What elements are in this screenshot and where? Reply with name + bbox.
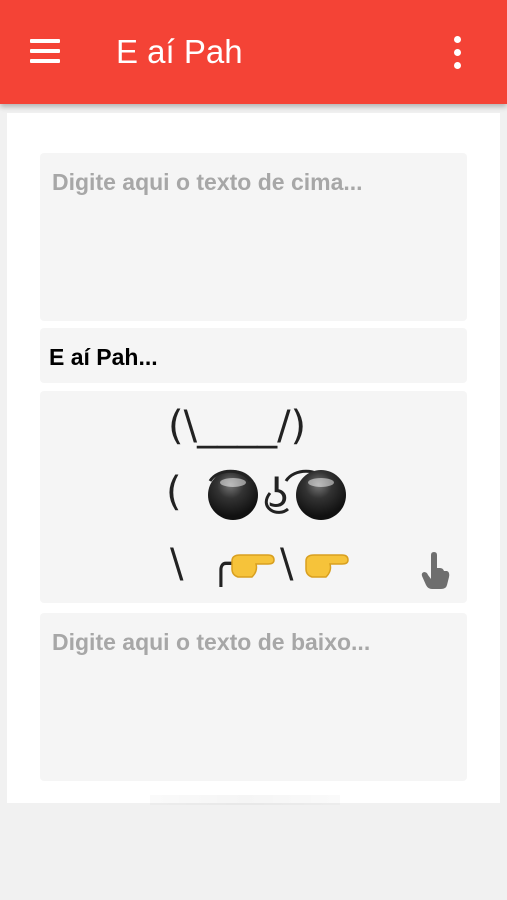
- pointing-hand-left-icon: [231, 554, 275, 578]
- meme-preview: (\____/) ( ʖ \ ╭ \: [40, 391, 467, 603]
- meme-nose: ʖ: [268, 471, 289, 517]
- meme-ears-line: (\____/): [168, 403, 307, 449]
- bottom-text-input[interactable]: Digite aqui o texto de baixo...: [40, 613, 467, 781]
- bottom-area: [0, 806, 507, 900]
- top-text-placeholder: Digite aqui o texto de cima...: [52, 169, 363, 195]
- app-bar: E aí Pah: [0, 0, 507, 104]
- meme-face-open-paren: (: [166, 469, 182, 515]
- top-text-input[interactable]: Digite aqui o texto de cima...: [40, 153, 467, 321]
- top-caption-text: E aí Pah...: [49, 344, 158, 370]
- meme-arms-left: \ ╭: [170, 541, 233, 587]
- faded-strip: [150, 795, 340, 805]
- pointing-hand-right-icon: [305, 554, 349, 578]
- bottom-text-placeholder: Digite aqui o texto de baixo...: [52, 629, 371, 655]
- top-caption-box: E aí Pah...: [40, 328, 467, 383]
- sunglasses-right-icon: [296, 470, 346, 520]
- more-vert-icon[interactable]: [446, 36, 468, 72]
- meme-arm-mid: \: [280, 541, 294, 587]
- hamburger-menu-icon[interactable]: [30, 39, 60, 63]
- editor-card: Digite aqui o texto de cima... E aí Pah.…: [7, 113, 500, 803]
- touch-hand-icon[interactable]: [420, 551, 450, 591]
- app-title: E aí Pah: [116, 33, 243, 70]
